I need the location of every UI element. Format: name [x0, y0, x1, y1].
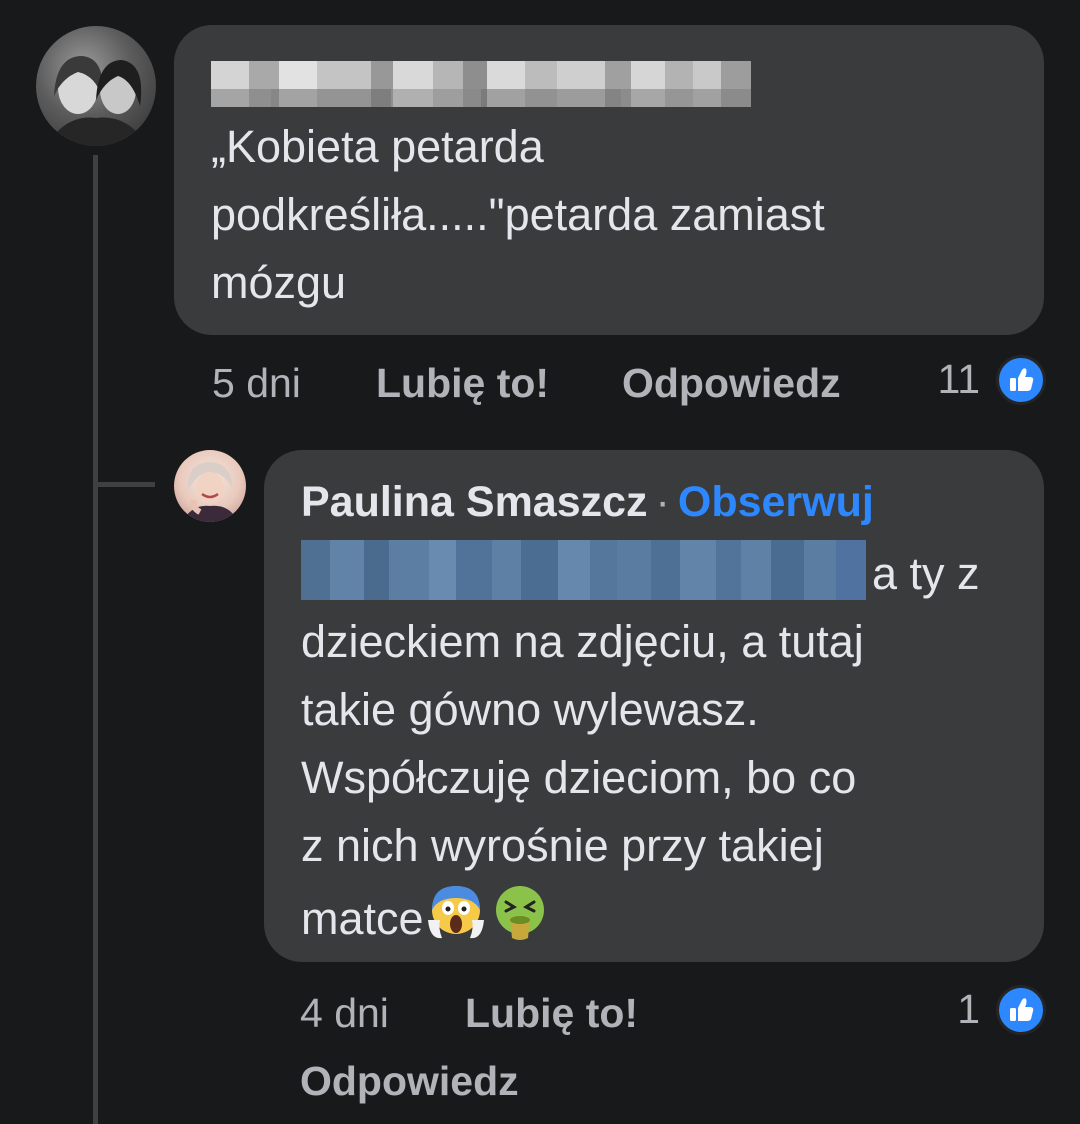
reply-button[interactable]: Odpowiedz — [622, 360, 841, 407]
comment-text-line: „Kobieta petarda — [211, 121, 544, 172]
follow-button[interactable]: Obserwuj — [678, 478, 874, 526]
thumbs-up-icon[interactable] — [996, 355, 1046, 405]
thread-line-vertical — [93, 155, 98, 1124]
comment-text-line: mózgu — [211, 257, 347, 308]
face-screaming-in-fear-emoji — [424, 880, 488, 963]
commenter-avatar[interactable] — [36, 26, 156, 146]
reply-text-last-line: matce — [301, 880, 552, 963]
reply-reaction-count[interactable]: 1 — [900, 986, 980, 1033]
reply-reply-button[interactable]: Odpowiedz — [300, 1058, 519, 1105]
mention-redacted[interactable] — [301, 540, 866, 600]
comment-timestamp[interactable]: 5 dni — [212, 360, 301, 407]
reply-text-line: z nich wyrośnie przy takiej — [301, 820, 824, 871]
comment-text-line: podkreśliła....."petarda zamiast — [211, 189, 825, 240]
thread-line-branch — [93, 482, 155, 487]
reply-timestamp[interactable]: 4 dni — [300, 990, 389, 1037]
avatar-photo-icon — [46, 56, 148, 146]
reply-text-line: dzieckiem na zdjęciu, a tutaj — [301, 616, 864, 667]
reply-text-line: matce — [301, 893, 424, 944]
author-name-redacted-shadow — [211, 89, 751, 107]
face-vomiting-emoji — [488, 880, 552, 963]
thumbs-up-icon[interactable] — [996, 985, 1046, 1035]
reaction-count[interactable]: 11 — [900, 356, 980, 403]
reply-bubble[interactable]: Paulina Smaszcz · Obserwuj a ty z dzieckie… — [264, 450, 1044, 962]
reply-author-avatar[interactable] — [174, 450, 246, 522]
reply-text-line: takie gówno wylewasz. — [301, 684, 759, 735]
reply-like-button[interactable]: Lubię to! — [465, 990, 638, 1037]
like-button[interactable]: Lubię to! — [376, 360, 549, 407]
comment-bubble[interactable]: „Kobieta petarda podkreśliła....."petard… — [174, 25, 1044, 335]
separator-dot: · — [655, 478, 670, 526]
reply-text-line: Współczuję dzieciom, bo co — [301, 752, 857, 803]
reply-author-name[interactable]: Paulina Smaszcz — [301, 478, 648, 526]
reply-author-line: Paulina Smaszcz · Obserwuj — [301, 478, 874, 527]
avatar-photo-icon — [182, 462, 238, 522]
reply-text-line: a ty z — [872, 548, 980, 599]
